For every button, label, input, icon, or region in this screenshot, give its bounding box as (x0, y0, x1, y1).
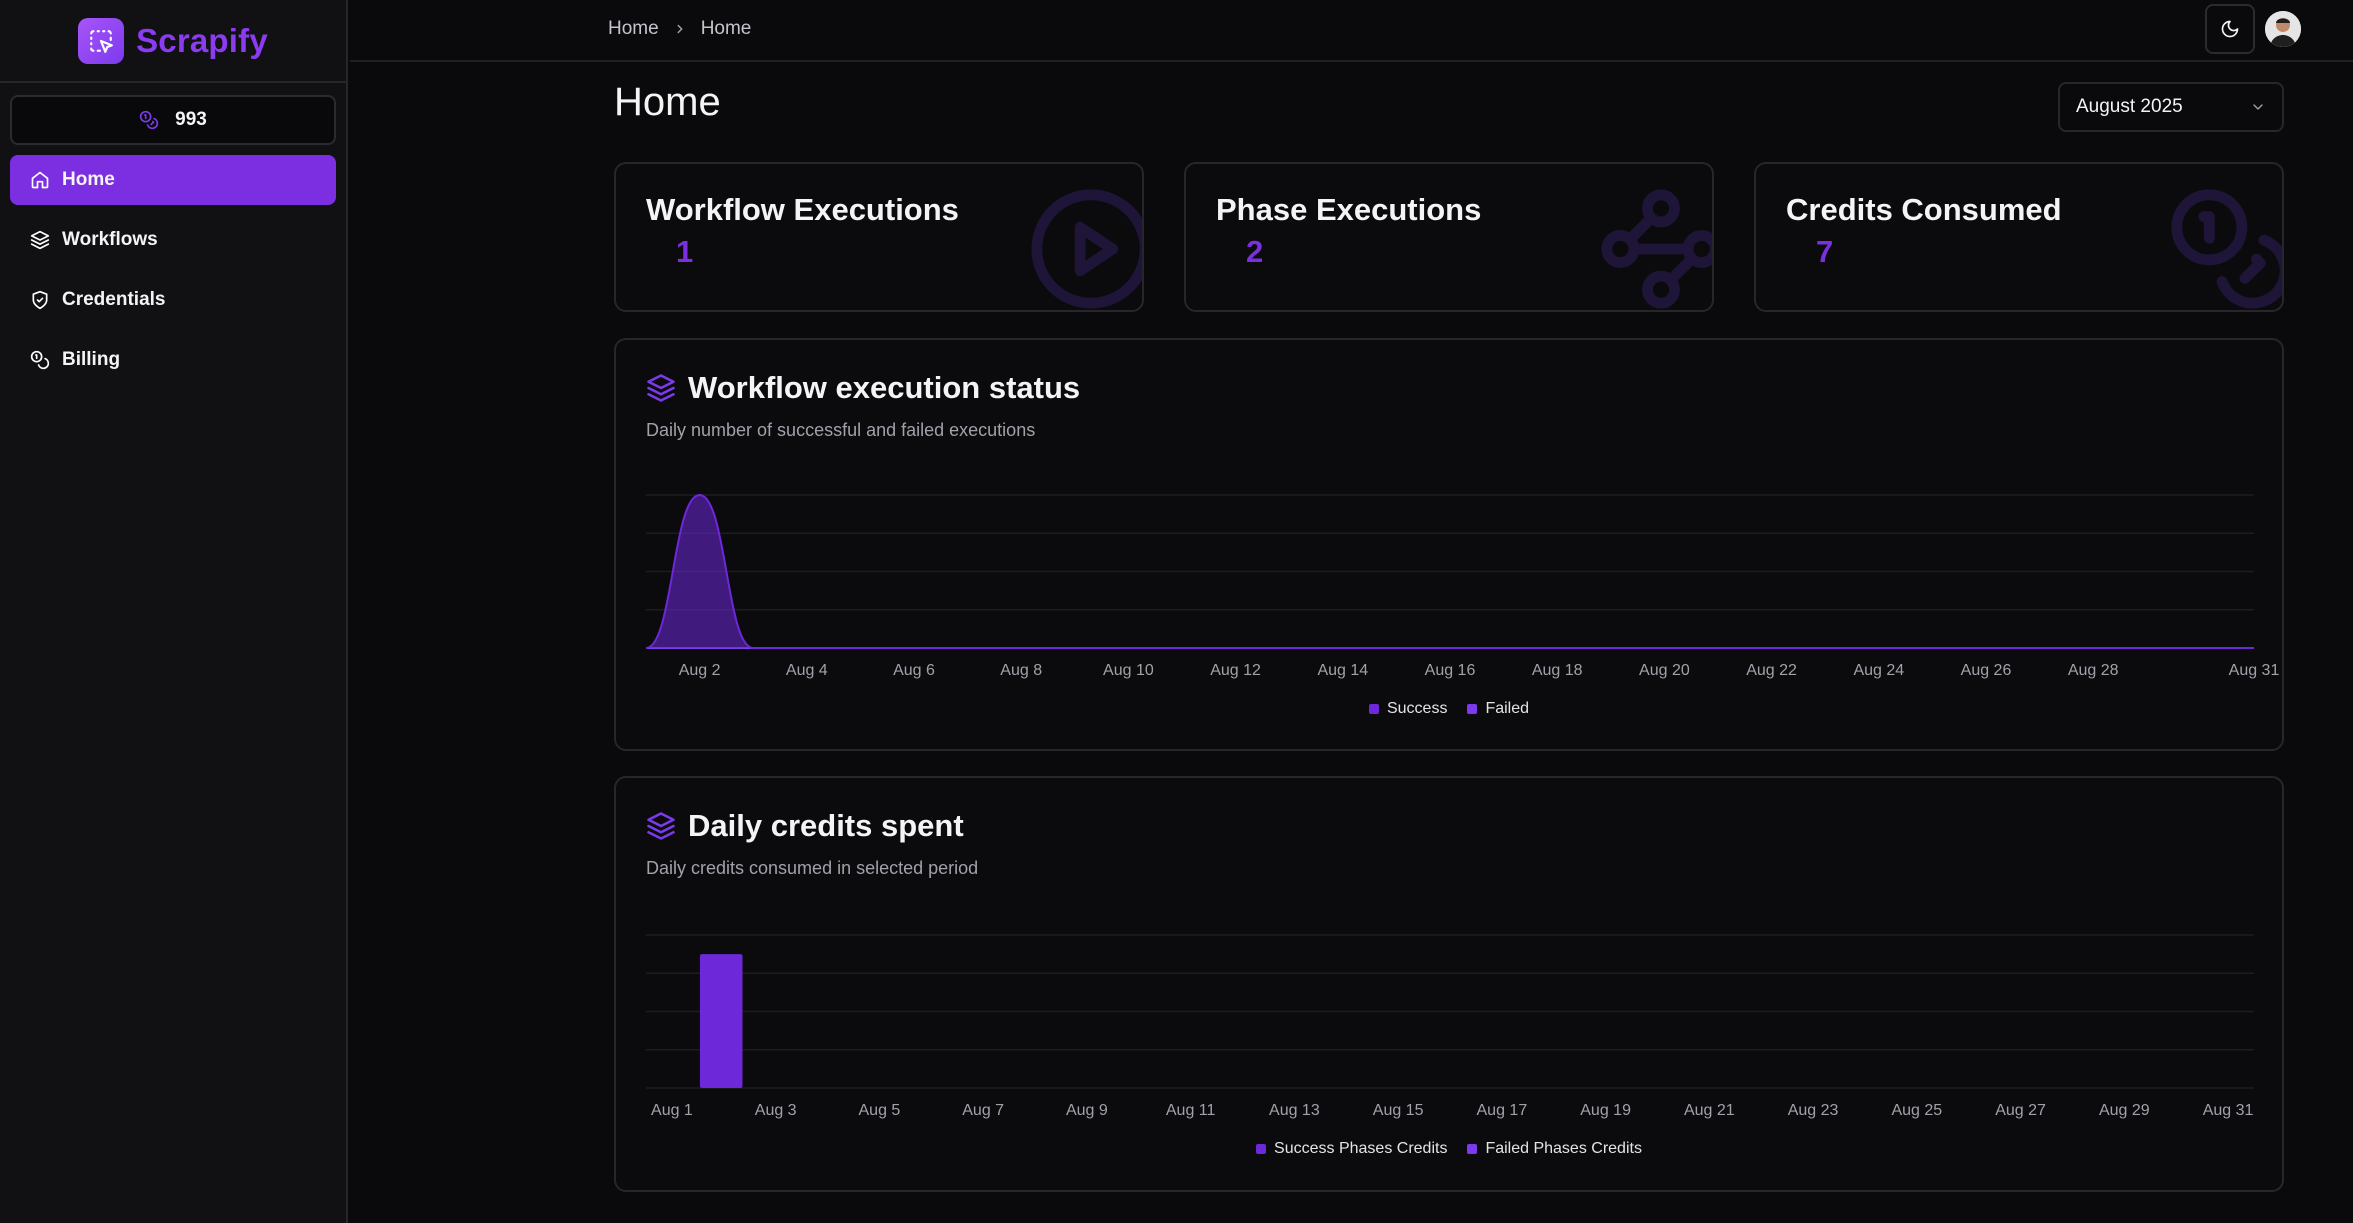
legend-label: Success Phases Credits (1274, 1140, 1448, 1157)
sidebar-item-home[interactable]: Home (10, 155, 336, 205)
circle-play-icon (1031, 189, 1142, 309)
legend-label: Failed Phases Credits (1485, 1140, 1642, 1157)
chart-legend: Success Failed (616, 700, 2282, 718)
sidebar-item-credentials[interactable]: Credentials (10, 275, 336, 325)
legend-swatch (1467, 1144, 1478, 1154)
credits-balance[interactable]: 993 (10, 95, 336, 145)
avatar[interactable] (2265, 11, 2301, 47)
sidebar-item-workflows[interactable]: Workflows (10, 215, 336, 265)
legend-swatch (1467, 704, 1478, 714)
x-tick-label: Aug 12 (1210, 662, 1261, 679)
stat-title: Credits Consumed (1786, 192, 2062, 227)
x-tick-label: Aug 16 (1425, 662, 1476, 679)
x-tick-label: Aug 22 (1746, 662, 1797, 679)
top-bar: Home Home (350, 0, 2353, 62)
stat-value: 1 (676, 234, 694, 269)
credits-value: 993 (175, 109, 207, 130)
x-tick-label: Aug 2 (679, 662, 721, 679)
stat-value: 7 (1816, 234, 1834, 269)
workflow-status-chart-card: Workflow execution status Daily number o… (614, 338, 2284, 751)
legend-label: Failed (1485, 700, 1530, 717)
layers-icon (30, 230, 50, 250)
x-tick-label: Aug 17 (1477, 1102, 1528, 1119)
x-tick-label: Aug 13 (1269, 1102, 1320, 1119)
chart-legend: Success Phases Credits Failed Phases Cre… (616, 1140, 2282, 1158)
x-tick-label: Aug 31 (2203, 1102, 2254, 1119)
logo-icon (78, 17, 125, 64)
legend-item-success-credits[interactable]: Success Phases Credits (1256, 1140, 1447, 1158)
home-icon (31, 171, 49, 189)
x-tick-label: Aug 1 (651, 1102, 693, 1119)
period-select-value: August 2025 (2076, 96, 2183, 117)
stat-title: Workflow Executions (646, 192, 959, 227)
stat-card-credits-consumed: Credits Consumed 7 (1754, 162, 2284, 312)
legend-swatch (1368, 704, 1379, 714)
theme-toggle-button[interactable] (2205, 4, 2255, 54)
x-tick-label: Aug 4 (786, 662, 828, 679)
waypoints-icon (1601, 189, 1712, 309)
x-tick-label: Aug 7 (962, 1102, 1004, 1119)
x-tick-label: Aug 26 (1961, 662, 2012, 679)
stat-card-workflow-executions: Workflow Executions 1 (614, 162, 1144, 312)
workflow-status-chart: Aug 2 Aug 4 Aug 6 Aug 8 Aug 10 Aug 12 Aug 14 Au… (645, 493, 2280, 679)
chevron-right-icon (677, 24, 683, 34)
legend-item-failed[interactable]: Failed (1467, 700, 1529, 718)
legend-label: Success (1386, 700, 1448, 717)
x-tick-label: Aug 20 (1639, 662, 1690, 679)
x-tick-label: Aug 11 (1166, 1102, 1216, 1119)
x-tick-label: Aug 15 (1373, 1102, 1424, 1119)
legend-item-success[interactable]: Success (1368, 700, 1448, 718)
moon-icon (2221, 20, 2239, 38)
x-tick-label: Aug 10 (1103, 662, 1154, 679)
daily-credits-chart-card: Daily credits spent Daily credits consum… (614, 776, 2284, 1192)
brand-name: Scrapify (136, 21, 268, 59)
legend-item-failed-credits[interactable]: Failed Phases Credits (1467, 1140, 1642, 1158)
sidebar-nav: Home Workflows Credentials Billing (0, 155, 346, 385)
sidebar: Scrapify 993 Home Workflows Credentials … (0, 0, 348, 1223)
page-title: Home (614, 80, 721, 124)
bar-success-phases-credits (699, 954, 743, 1088)
app-root: Scrapify 993 Home Workflows Credentials … (0, 0, 2353, 1223)
x-tick-label: Aug 29 (2099, 1102, 2150, 1119)
coins-icon (2171, 189, 2282, 309)
x-tick-label: Aug 31 (2229, 662, 2280, 679)
breadcrumb: Home Home (608, 18, 751, 40)
period-select[interactable]: August 2025 (2058, 82, 2284, 132)
shield-icon (32, 290, 48, 310)
sidebar-item-label: Home (62, 169, 115, 190)
stat-value: 2 (1246, 234, 1264, 269)
breadcrumb-item-current[interactable]: Home (701, 18, 752, 40)
chevron-down-icon (2253, 104, 2263, 110)
brand[interactable]: Scrapify (0, 0, 346, 83)
x-tick-label: Aug 3 (755, 1102, 797, 1119)
x-tick-label: Aug 14 (1317, 662, 1368, 679)
x-tick-label: Aug 21 (1684, 1102, 1735, 1119)
sidebar-item-label: Billing (62, 349, 121, 370)
x-tick-label: Aug 27 (1995, 1102, 2046, 1119)
x-tick-label: Aug 19 (1580, 1102, 1631, 1119)
x-tick-label: Aug 25 (1891, 1102, 1942, 1119)
x-tick-label: Aug 23 (1788, 1102, 1839, 1119)
x-tick-label: Aug 24 (1853, 662, 1904, 679)
x-tick-label: Aug 9 (1066, 1102, 1108, 1119)
legend-swatch (1256, 1144, 1267, 1154)
x-tick-label: Aug 5 (859, 1102, 901, 1119)
coins-icon (30, 350, 50, 370)
x-tick-label: Aug 28 (2068, 662, 2119, 679)
sidebar-item-label: Workflows (62, 229, 158, 250)
x-tick-label: Aug 6 (893, 662, 935, 679)
daily-credits-chart: Aug 1 Aug 3 Aug 5 Aug 7 Aug 9 Aug 11 Aug 13 Aug… (646, 934, 2254, 1119)
coins-icon (139, 110, 159, 130)
stat-card-phase-executions: Phase Executions 2 (1184, 162, 1714, 312)
x-tick-label: Aug 8 (1000, 662, 1042, 679)
x-tick-label: Aug 18 (1532, 662, 1583, 679)
sidebar-item-billing[interactable]: Billing (10, 335, 336, 385)
sidebar-item-label: Credentials (62, 289, 166, 310)
breadcrumb-item[interactable]: Home (608, 18, 659, 40)
stat-title: Phase Executions (1216, 192, 1482, 227)
